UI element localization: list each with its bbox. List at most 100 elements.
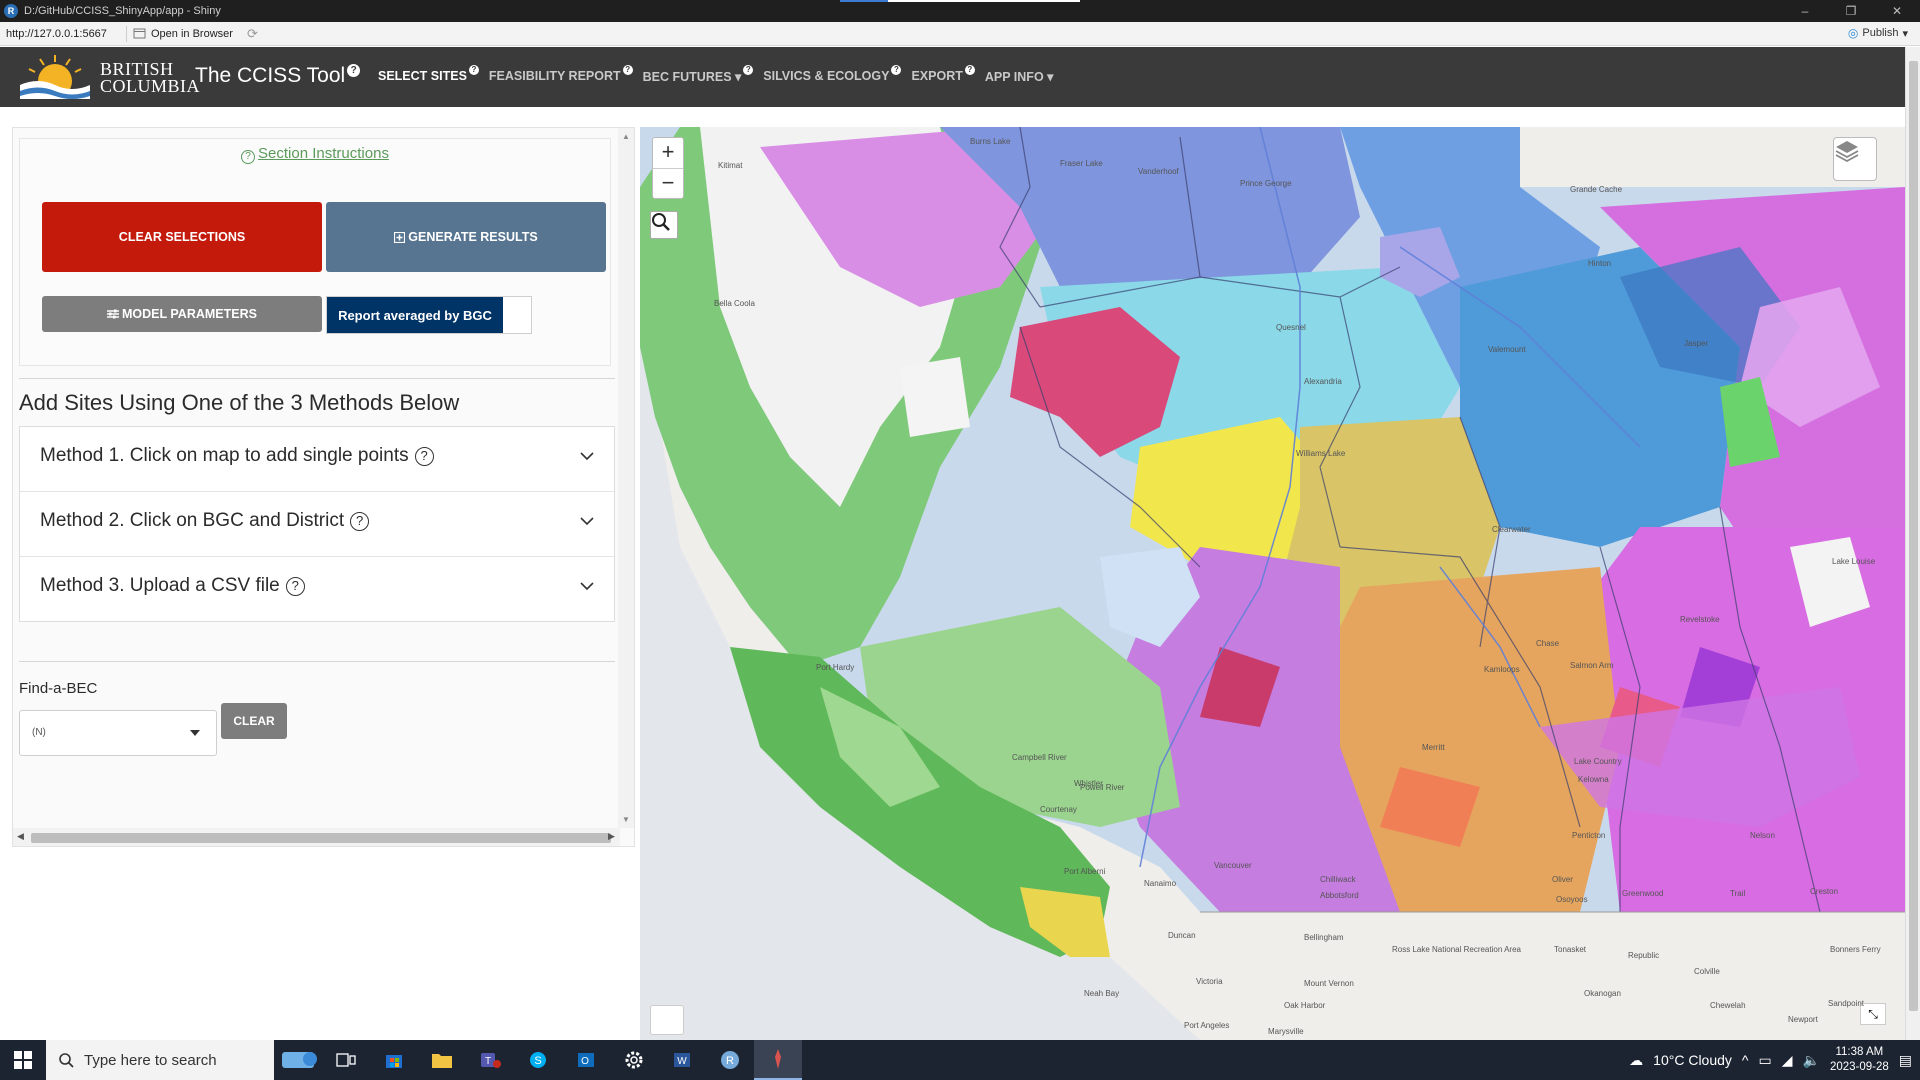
r-icon[interactable]: R	[706, 1040, 754, 1080]
scroll-up-icon[interactable]: ▲	[622, 132, 630, 141]
map-label: Powell River	[1080, 783, 1125, 792]
caret-down-icon	[190, 730, 200, 736]
map-label: Chilliwack	[1320, 875, 1356, 884]
network-icon[interactable]: ◢	[1782, 1052, 1793, 1069]
map-label: Republic	[1628, 951, 1660, 960]
help-icon[interactable]: ?	[622, 65, 633, 75]
clear-selections-button[interactable]: CLEAR SELECTIONS	[42, 202, 322, 272]
scrollbar-thumb[interactable]	[31, 833, 611, 843]
map-label: Ross Lake National Recreation Area	[1392, 945, 1521, 954]
divider	[19, 661, 615, 662]
panel-vertical-scrollbar[interactable]: ▲ ▼	[618, 128, 634, 828]
scroll-down-icon[interactable]: ▼	[622, 815, 630, 824]
clear-bec-button[interactable]: CLEAR	[221, 703, 287, 739]
help-icon[interactable]: ?	[414, 447, 434, 466]
panel-horizontal-scrollbar[interactable]: ◀ ▶	[13, 828, 620, 846]
map-search-button[interactable]	[650, 211, 678, 239]
report-averaged-toggle[interactable]: Report averaged by BGC	[326, 296, 532, 334]
svg-text:S: S	[534, 1055, 541, 1067]
layers-control[interactable]	[1833, 137, 1877, 181]
help-icon[interactable]: ?	[891, 65, 902, 75]
restore-button[interactable]: ❐	[1828, 0, 1874, 22]
find-a-bec-select[interactable]: (N)	[19, 710, 217, 756]
map-label: Burns Lake	[970, 137, 1011, 146]
map-label: Sandpoint	[1828, 999, 1865, 1008]
layers-icon	[1835, 141, 1859, 162]
word-icon[interactable]: W	[658, 1040, 706, 1080]
start-button[interactable]	[0, 1040, 46, 1080]
weather-text[interactable]: 10°C Cloudy	[1653, 1052, 1732, 1068]
nav-silvics-ecology[interactable]: SILVICS & ECOLOGY?	[763, 65, 902, 84]
zoom-in-button[interactable]: +	[653, 138, 683, 168]
open-in-browser-label: Open in Browser	[151, 27, 233, 40]
help-icon[interactable]: ?	[964, 65, 975, 75]
map-label: Alexandria	[1304, 377, 1342, 386]
file-explorer-icon[interactable]	[418, 1040, 466, 1080]
search-highlight-icon[interactable]	[274, 1040, 322, 1080]
map-label: Prince George	[1240, 179, 1292, 188]
model-parameters-button[interactable]: MODEL PARAMETERS	[42, 296, 322, 332]
weather-icon[interactable]: ☁	[1629, 1052, 1643, 1069]
chevron-down-icon	[580, 517, 594, 526]
help-icon[interactable]: ?	[350, 512, 370, 531]
map-label: Colville	[1694, 967, 1720, 976]
action-box: ? Section Instructions CLEAR SELECTIONS G…	[19, 138, 611, 366]
bc-wordmark-line2: COLUMBIA	[100, 76, 201, 96]
page-scrollbar[interactable]	[1905, 47, 1920, 1040]
nav-select-sites[interactable]: SELECT SITES?	[378, 65, 479, 84]
publish-button[interactable]: ◎ Publish ▾	[1848, 26, 1908, 40]
map-label: Penticton	[1572, 831, 1606, 840]
notifications-icon[interactable]: ▤	[1899, 1052, 1912, 1069]
scroll-left-icon[interactable]: ◀	[17, 831, 24, 842]
bec-map[interactable]: + − ⤡ Burns Lake Fraser Lake Vanderhoof …	[640, 127, 1905, 1040]
open-in-browser-button[interactable]: Open in Browser	[133, 28, 233, 40]
accordion-method-1[interactable]: Method 1. Click on map to add single poi…	[20, 427, 614, 492]
toolbar-divider	[126, 25, 127, 42]
battery-icon[interactable]: ▭	[1758, 1052, 1771, 1069]
app-title[interactable]: The CCISS Tool?	[195, 64, 361, 88]
generate-results-button[interactable]: GENERATE RESULTS	[326, 202, 606, 272]
section-instructions-link[interactable]: ? Section Instructions	[20, 145, 610, 164]
nav-app-info-label: APP INFO ▾	[984, 70, 1054, 84]
map-label: Merritt	[1422, 743, 1445, 752]
map-label: Kamloops	[1484, 665, 1520, 674]
nav-app-info[interactable]: APP INFO ▾	[985, 69, 1060, 84]
taskbar-search[interactable]: Type here to search	[46, 1040, 274, 1080]
accordion-method-3[interactable]: Method 3. Upload a CSV file?	[20, 557, 614, 622]
settings-icon[interactable]	[610, 1040, 658, 1080]
minimize-button[interactable]: –	[1782, 0, 1828, 22]
map-image-icon[interactable]	[650, 1005, 684, 1035]
help-icon[interactable]: ?	[468, 65, 479, 75]
volume-icon[interactable]: 🔈	[1803, 1052, 1820, 1069]
zoom-out-button[interactable]: −	[653, 168, 683, 198]
viewer-url[interactable]: http://127.0.0.1:5667	[0, 28, 120, 40]
skype-icon[interactable]: S	[514, 1040, 562, 1080]
help-icon[interactable]: ?	[347, 64, 361, 77]
help-icon[interactable]: ?	[285, 577, 305, 596]
nav-bec-futures[interactable]: BEC FUTURES ▾?	[643, 65, 754, 84]
clock[interactable]: 11:38 AM 2023-09-28	[1830, 1045, 1889, 1075]
system-tray: ☁ 10°C Cloudy ^ ▭ ◢ 🔈 11:38 AM 2023-09-2…	[1629, 1040, 1920, 1080]
map-label: Greenwood	[1622, 889, 1664, 898]
task-view-icon[interactable]	[322, 1040, 370, 1080]
scroll-right-icon[interactable]: ▶	[608, 831, 615, 842]
chevron-up-icon[interactable]: ^	[1742, 1052, 1749, 1068]
scrollbar-thumb[interactable]	[1909, 61, 1918, 1011]
accordion-method-2[interactable]: Method 2. Click on BGC and District?	[20, 492, 614, 557]
nav-silvics-ecology-label: SILVICS & ECOLOGY	[763, 69, 890, 83]
publish-icon: ◎	[1847, 26, 1859, 40]
map-label: Mount Vernon	[1304, 979, 1354, 988]
generate-results-label: GENERATE RESULTS	[408, 230, 538, 244]
store-icon[interactable]	[370, 1040, 418, 1080]
close-button[interactable]: ✕	[1874, 0, 1920, 22]
refresh-icon[interactable]: ⟳	[247, 26, 258, 42]
help-icon[interactable]: ?	[743, 65, 754, 75]
svg-text:O: O	[581, 1056, 589, 1067]
teams-icon[interactable]: T	[466, 1040, 514, 1080]
nav-feasibility-report[interactable]: FEASIBILITY REPORT?	[489, 65, 633, 84]
outlook-icon[interactable]: O	[562, 1040, 610, 1080]
nav-export[interactable]: EXPORT?	[911, 65, 975, 84]
app-active-icon[interactable]	[754, 1040, 802, 1080]
viewer-toolbar: http://127.0.0.1:5667 Open in Browser ⟳ …	[0, 22, 1920, 46]
map-canvas	[640, 127, 1905, 1040]
